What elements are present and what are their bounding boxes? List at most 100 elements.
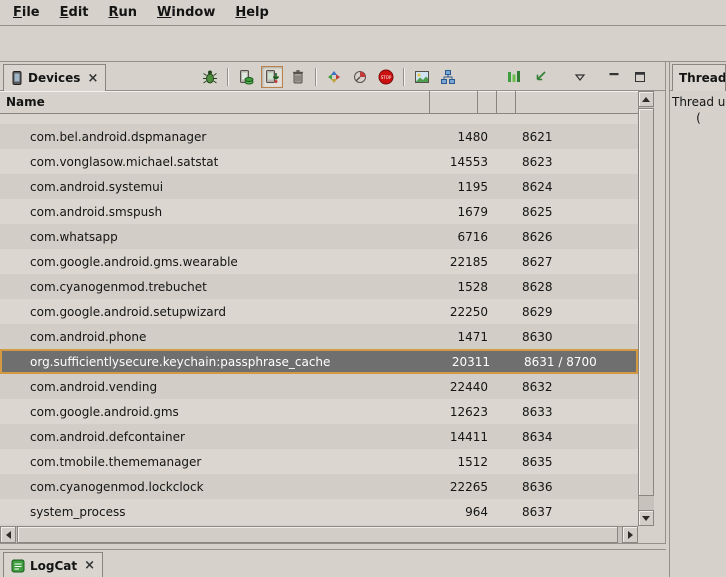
process-row[interactable]: com.whatsapp 6716 8626 (0, 224, 638, 249)
process-row[interactable]: com.google.android.gms 12623 8633 (0, 399, 638, 424)
column-header-2[interactable] (478, 91, 497, 113)
cause-gc-button[interactable] (287, 66, 309, 88)
process-row[interactable]: com.tmobile.thememanager 1512 8635 (0, 449, 638, 474)
debug-bug-icon (202, 69, 218, 85)
debug-process-button[interactable] (199, 66, 221, 88)
logcat-icon (11, 559, 25, 573)
update-heap-button[interactable] (235, 66, 257, 88)
close-icon[interactable]: × (84, 558, 95, 573)
threads-message: Thread up ( (670, 91, 726, 126)
tab-devices[interactable]: Devices × (3, 64, 106, 91)
main-toolbar (0, 26, 726, 62)
scroll-down-button[interactable] (638, 510, 654, 526)
menu-run[interactable]: Run (99, 2, 148, 23)
process-port: 8636 (516, 480, 638, 494)
process-name: com.cyanogenmod.trebuchet (0, 280, 430, 294)
process-pid: 12623 (430, 405, 488, 419)
ddms-window: File Edit Run Window Help Devices × (0, 0, 726, 577)
process-name: com.android.vending (0, 380, 430, 394)
tab-threads[interactable]: Threads × (672, 64, 726, 91)
process-port: 8630 (516, 330, 638, 344)
stop-process-icon: STOP (378, 69, 394, 85)
menu-help[interactable]: Help (225, 2, 278, 23)
process-name: com.android.defcontainer (0, 430, 430, 444)
process-name: com.tmobile.thememanager (0, 455, 430, 469)
view-menu-button[interactable] (569, 66, 591, 88)
stop-process-button[interactable]: STOP (375, 66, 397, 88)
scroll-up-button[interactable] (638, 91, 654, 107)
update-threads-button[interactable] (323, 66, 345, 88)
process-port: 8632 (516, 380, 638, 394)
process-port: 8625 (516, 205, 638, 219)
devices-view: Devices × (0, 62, 666, 544)
system-trace-button[interactable] (503, 66, 525, 88)
process-row[interactable]: com.android.smspush 1679 8625 (0, 199, 638, 224)
close-icon[interactable]: × (87, 71, 98, 86)
column-header-3[interactable] (497, 91, 516, 113)
tab-devices-label: Devices (28, 71, 80, 85)
column-header-port[interactable] (516, 91, 638, 113)
column-header-pid[interactable] (430, 91, 478, 113)
vertical-scroll-thumb[interactable] (638, 108, 654, 496)
process-row[interactable]: com.bel.android.dspmanager 1480 8621 (0, 124, 638, 149)
process-port: 8629 (516, 305, 638, 319)
tab-logcat[interactable]: LogCat × (3, 552, 103, 577)
process-row[interactable]: com.vonglasow.michael.satstat 14553 8623 (0, 149, 638, 174)
process-pid: 22265 (430, 480, 488, 494)
method-profiling-button[interactable] (349, 66, 371, 88)
view-hierarchy-button[interactable] (437, 66, 459, 88)
up-arrow-icon (642, 97, 650, 102)
process-row[interactable]: com.android.systemui 1195 8624 (0, 174, 638, 199)
minimize-icon (606, 69, 622, 85)
process-port: 8623 (516, 155, 638, 169)
menubar: File Edit Run Window Help (0, 0, 726, 26)
horizontal-scroll-thumb[interactable] (17, 526, 618, 543)
process-name: com.android.phone (0, 330, 430, 344)
process-port: 8637 (516, 505, 638, 519)
screen-capture-button[interactable] (411, 66, 433, 88)
menu-edit[interactable]: Edit (50, 2, 99, 23)
process-row[interactable]: org.sufficientlysecure.keychain:passphra… (0, 349, 638, 374)
process-pid: 964 (430, 505, 488, 519)
process-name: com.bel.android.dspmanager (0, 130, 430, 144)
process-port: 8628 (516, 280, 638, 294)
scroll-left-button[interactable] (0, 526, 16, 543)
process-row[interactable]: com.google.android.setupwizard 22250 862… (0, 299, 638, 324)
process-pid: 14411 (430, 430, 488, 444)
process-pid: 1195 (430, 180, 488, 194)
menu-window[interactable]: Window (147, 2, 225, 23)
process-port: 8631 / 8700 (518, 355, 636, 369)
logcat-view: LogCat × (0, 549, 666, 577)
maximize-view-button[interactable] (629, 66, 651, 88)
process-row[interactable]: com.google.android.gms.wearable 22185 86… (0, 249, 638, 274)
workbench-area: Devices × (0, 62, 726, 577)
toolbar-separator (315, 68, 317, 86)
process-row[interactable]: com.cyanogenmod.lockclock 22265 8636 (0, 474, 638, 499)
trash-icon (290, 69, 306, 85)
process-port: 8627 (516, 255, 638, 269)
process-name: com.whatsapp (0, 230, 430, 244)
svg-text:STOP: STOP (381, 75, 392, 80)
process-row[interactable]: com.android.phone 1471 8630 (0, 324, 638, 349)
scroll-right-button[interactable] (622, 526, 638, 543)
process-name: com.cyanogenmod.lockclock (0, 480, 430, 494)
process-name: com.google.android.gms.wearable (0, 255, 430, 269)
screen-capture-icon (414, 69, 430, 85)
process-port: 8634 (516, 430, 638, 444)
vertical-scrollbar (638, 91, 654, 526)
process-row[interactable]: system_process 964 8637 (0, 499, 638, 524)
process-name: com.vonglasow.michael.satstat (0, 155, 430, 169)
process-row[interactable]: com.android.defcontainer 14411 8634 (0, 424, 638, 449)
process-table: com.bel.android.dspmanager 1480 8621 com… (0, 114, 638, 524)
dump-hprof-button[interactable] (261, 66, 283, 88)
minimize-view-button[interactable] (603, 66, 625, 88)
menu-file[interactable]: File (3, 2, 50, 23)
table-header: Name (0, 91, 638, 114)
opengl-trace-button[interactable] (529, 66, 551, 88)
column-header-name[interactable]: Name (0, 91, 430, 113)
tab-threads-label: Threads (679, 71, 726, 85)
left-arrow-icon (6, 531, 11, 539)
process-row[interactable]: com.android.vending 22440 8632 (0, 374, 638, 399)
method-profiling-icon (352, 69, 368, 85)
process-row[interactable]: com.cyanogenmod.trebuchet 1528 8628 (0, 274, 638, 299)
